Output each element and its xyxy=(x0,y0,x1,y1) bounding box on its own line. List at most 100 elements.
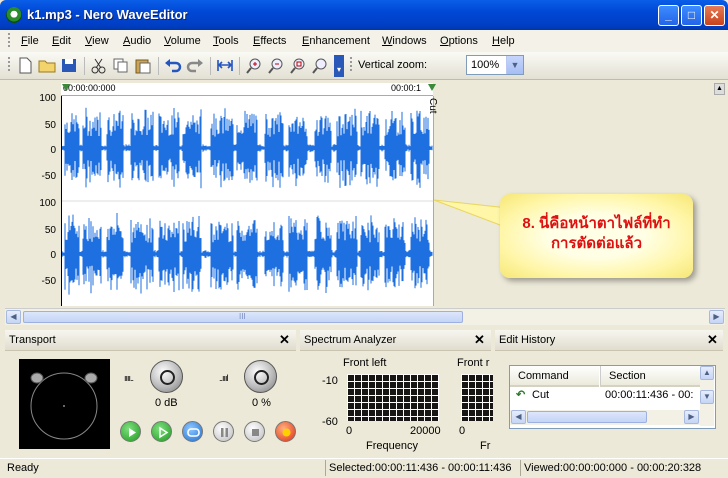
undo-icon[interactable] xyxy=(164,57,182,74)
redo-icon[interactable] xyxy=(186,57,204,74)
menubar-grip[interactable] xyxy=(8,33,10,49)
undo-arrow-icon: ↶ xyxy=(516,389,526,401)
maximize-button[interactable]: □ xyxy=(681,5,702,26)
spectrum-grid-left xyxy=(347,374,439,421)
column-header-section[interactable]: Section xyxy=(600,366,701,387)
close-icon[interactable]: ✕ xyxy=(474,332,485,348)
zoom-all-icon[interactable] xyxy=(311,57,329,74)
vertical-zoom-select[interactable]: 100% ▼ xyxy=(466,55,524,75)
cut-icon[interactable] xyxy=(90,57,108,74)
toolbar-overflow-chevron-icon[interactable]: ▾ xyxy=(334,55,344,77)
column-header-command[interactable]: Command xyxy=(510,366,599,387)
vertical-scrollbar[interactable]: ▲ ▼ xyxy=(700,366,714,426)
menu-help[interactable]: Help xyxy=(492,35,515,47)
horizontal-scrollbar[interactable]: ◀ III ▶ xyxy=(5,308,725,325)
waveform-canvas[interactable] xyxy=(61,96,433,306)
paste-icon[interactable] xyxy=(134,57,152,74)
spectrum-title: Spectrum Analyzer xyxy=(304,334,397,346)
zoom-out-icon[interactable] xyxy=(267,57,285,74)
menu-effects[interactable]: Effects xyxy=(253,35,286,47)
amplitude-axis xyxy=(5,83,61,306)
loop-button[interactable] xyxy=(182,421,203,442)
scroll-up-arrow-icon[interactable]: ▲ xyxy=(714,83,725,95)
menu-enhancement[interactable]: Enhancement xyxy=(302,35,370,47)
spectrum-x-start-right: 0 xyxy=(459,425,466,437)
status-selected: Selected:00:00:11:436 - 00:00:11:436 xyxy=(329,462,512,474)
spectrum-xlabel-right: Fr xyxy=(480,440,491,452)
scroll-thumb[interactable] xyxy=(527,411,647,423)
menu-windows[interactable]: Windows xyxy=(382,35,427,47)
fit-width-icon[interactable] xyxy=(216,57,234,74)
nero-app-icon[interactable] xyxy=(6,7,22,23)
close-icon[interactable]: ✕ xyxy=(707,332,718,348)
record-button[interactable] xyxy=(275,421,296,442)
close-button[interactable]: ✕ xyxy=(704,5,725,26)
menu-options[interactable]: Options xyxy=(440,35,478,47)
toolbar-separator xyxy=(158,57,159,75)
menu-tools[interactable]: Tools xyxy=(213,35,239,47)
new-file-icon[interactable] xyxy=(16,57,34,74)
ruler-empty xyxy=(433,83,716,95)
zoom-selection-icon[interactable] xyxy=(289,57,307,74)
vertical-zoom-label: Vertical zoom: xyxy=(358,59,428,71)
spectrum-front-left-label: Front left xyxy=(343,357,387,369)
scroll-thumb[interactable]: III xyxy=(23,311,463,323)
toolbar-grip[interactable] xyxy=(8,57,10,73)
waveform[interactable] xyxy=(61,96,433,306)
volume-knob[interactable] xyxy=(150,360,183,393)
toolbar-grip[interactable] xyxy=(350,57,352,73)
table-row[interactable]: ↶ Cut 00:00:11:436 - 00: xyxy=(510,387,700,404)
pan-value: 0 % xyxy=(252,397,271,409)
jog-wheel[interactable] xyxy=(19,359,110,449)
callout-line-1: 8. นี่คือหน้าตาไฟล์ที่ทำ xyxy=(522,215,671,232)
spectrum-front-right-label: Front r xyxy=(457,357,490,369)
window-title: k1.mp3 - Nero WaveEditor xyxy=(27,7,188,22)
start-marker-icon[interactable] xyxy=(62,84,70,91)
y-tick-label: 100 xyxy=(39,198,56,209)
open-folder-icon[interactable] xyxy=(38,57,56,74)
ruler-marker-label: 00:00:1 xyxy=(391,83,422,93)
minimize-button[interactable]: _ xyxy=(658,5,679,26)
menu-view[interactable]: View xyxy=(85,35,109,47)
time-ruler[interactable]: 00:00:00:000 00:00:1 xyxy=(61,83,433,96)
pause-button[interactable] xyxy=(213,421,234,442)
play-button[interactable] xyxy=(120,421,141,442)
callout-text: 8. นี่คือหน้าตาไฟล์ที่ทำ การตัดต่อแล้ว xyxy=(500,214,693,254)
history-hscrollbar[interactable]: ◀ ▶ xyxy=(510,410,700,425)
scroll-down-arrow-icon[interactable]: ▼ xyxy=(700,390,714,404)
copy-icon[interactable] xyxy=(112,57,130,74)
y-tick-label: 0 xyxy=(50,250,56,261)
column-header-label: Section xyxy=(609,370,646,382)
status-viewed: Viewed:00:00:00:000 - 00:00:20:328 xyxy=(524,462,702,474)
y-tick-label: 0 xyxy=(50,145,56,156)
stop-button[interactable] xyxy=(244,421,265,442)
status-ready: Ready xyxy=(7,462,39,474)
edit-history-table[interactable]: Command Section ↶ Cut 00:00:11:436 - 00:… xyxy=(509,365,716,429)
spectrum-y-low: -60 xyxy=(322,416,338,428)
scroll-left-arrow-icon[interactable]: ◀ xyxy=(6,310,21,324)
scroll-up-arrow-icon[interactable]: ▲ xyxy=(700,366,714,380)
chevron-down-icon[interactable]: ▼ xyxy=(506,56,523,74)
y-tick-label: 50 xyxy=(44,120,56,131)
y-tick-label: 50 xyxy=(44,225,56,236)
edit-history-header: Edit History ✕ xyxy=(495,330,723,351)
row-section: 00:00:11:436 - 00: xyxy=(605,389,694,401)
play-selection-button[interactable] xyxy=(151,421,172,442)
transport-header: Transport ✕ xyxy=(5,330,296,351)
column-header-label: Command xyxy=(518,370,569,382)
zoom-in-icon[interactable] xyxy=(245,57,263,74)
pan-knob[interactable] xyxy=(244,360,277,393)
scroll-left-arrow-icon[interactable]: ◀ xyxy=(511,410,526,424)
toolbar-separator xyxy=(239,57,240,75)
menu-volume[interactable]: Volume xyxy=(164,35,201,47)
jog-wheel-display[interactable] xyxy=(19,359,110,449)
end-marker-icon[interactable] xyxy=(428,84,436,91)
menu-audio[interactable]: Audio xyxy=(123,35,151,47)
scroll-right-arrow-icon[interactable]: ▶ xyxy=(684,410,699,424)
menu-file[interactable]: File xyxy=(21,35,39,47)
save-icon[interactable] xyxy=(60,57,78,74)
close-icon[interactable]: ✕ xyxy=(279,332,290,348)
spectrum-y-high: -10 xyxy=(322,375,338,387)
scroll-right-arrow-icon[interactable]: ▶ xyxy=(709,310,724,324)
menu-edit[interactable]: Edit xyxy=(52,35,71,47)
